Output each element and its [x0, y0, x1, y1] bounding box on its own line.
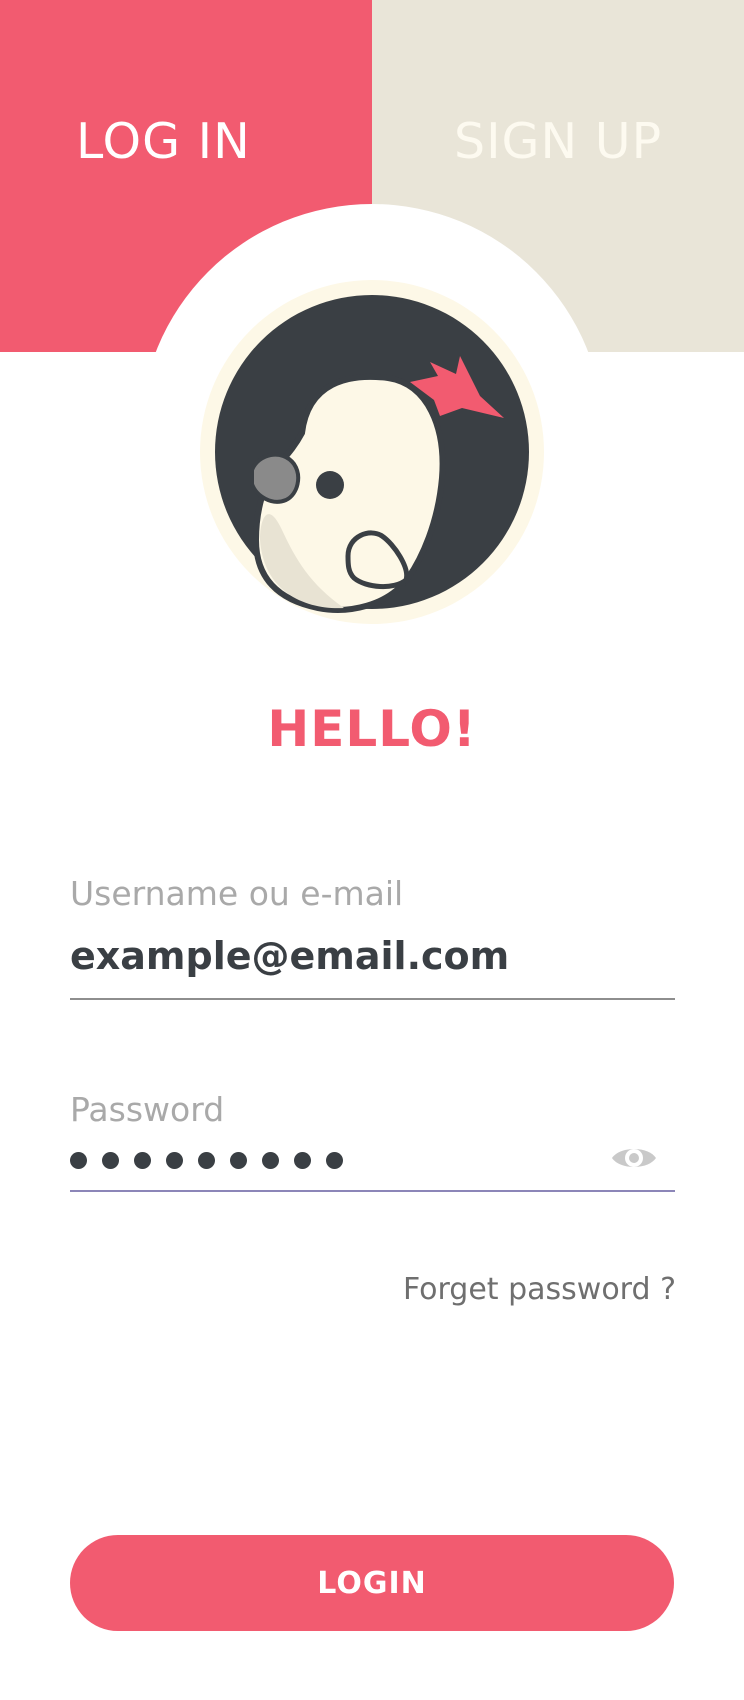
password-mask-dot: [102, 1151, 119, 1169]
tab-login-label: LOG IN: [76, 113, 251, 170]
greeting-title: HELLO!: [267, 700, 477, 758]
password-mask-dot: [326, 1151, 343, 1169]
password-mask-dot: [70, 1151, 87, 1169]
forgot-password-link[interactable]: Forget password ?: [403, 1272, 676, 1307]
password-mask-dot: [134, 1151, 151, 1169]
login-button[interactable]: LOGIN: [70, 1535, 674, 1631]
tab-signup-label: SIGN UP: [454, 113, 663, 170]
username-input[interactable]: example@email.com: [70, 934, 509, 978]
bird-avatar-icon: [200, 280, 544, 624]
username-label: Username ou e-mail: [70, 874, 404, 913]
password-label: Password: [70, 1090, 225, 1129]
password-mask-dot: [294, 1151, 311, 1169]
password-mask-dot: [230, 1151, 247, 1169]
password-input[interactable]: [70, 1150, 360, 1170]
password-underline: [70, 1190, 675, 1192]
password-mask-dot: [198, 1151, 215, 1169]
password-mask-dot: [262, 1151, 279, 1169]
eye-icon[interactable]: [610, 1141, 658, 1175]
password-mask-dot: [166, 1151, 183, 1169]
username-underline: [70, 998, 675, 1000]
